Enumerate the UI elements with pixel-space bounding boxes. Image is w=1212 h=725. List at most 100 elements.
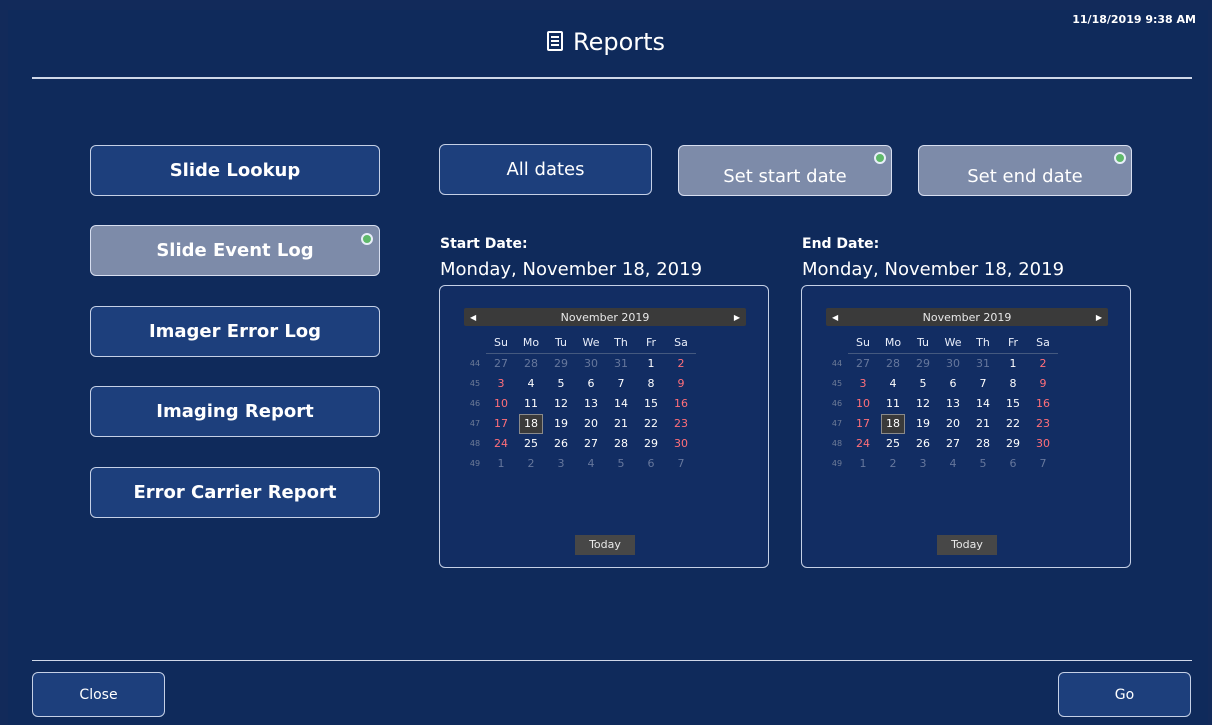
- calendar-day[interactable]: 21: [606, 414, 636, 434]
- calendar-day[interactable]: 31: [968, 354, 998, 374]
- calendar-day[interactable]: 12: [546, 394, 576, 414]
- calendar-day[interactable]: 3: [546, 454, 576, 474]
- calendar-day[interactable]: 3: [908, 454, 938, 474]
- calendar-day[interactable]: 7: [606, 374, 636, 394]
- calendar-day[interactable]: 2: [516, 454, 546, 474]
- calendar-day[interactable]: 28: [968, 434, 998, 454]
- set-end-date-button[interactable]: Set end date: [918, 145, 1132, 196]
- calendar-day[interactable]: 10: [486, 394, 516, 414]
- calendar-day[interactable]: 2: [878, 454, 908, 474]
- calendar-day[interactable]: 18: [516, 414, 546, 434]
- calendar-day[interactable]: 4: [516, 374, 546, 394]
- calendar-day[interactable]: 16: [666, 394, 696, 414]
- imaging-report-button[interactable]: Imaging Report: [90, 386, 380, 437]
- calendar-day[interactable]: 8: [998, 374, 1028, 394]
- calendar-day[interactable]: 7: [968, 374, 998, 394]
- calendar-day[interactable]: 17: [486, 414, 516, 434]
- calendar-day[interactable]: 19: [908, 414, 938, 434]
- calendar-day[interactable]: 28: [606, 434, 636, 454]
- calendar-day[interactable]: 10: [848, 394, 878, 414]
- calendar-day[interactable]: 7: [666, 454, 696, 474]
- all-dates-button[interactable]: All dates: [439, 144, 652, 195]
- calendar-day[interactable]: 6: [938, 374, 968, 394]
- calendar-day[interactable]: 29: [998, 434, 1028, 454]
- calendar-day[interactable]: 14: [968, 394, 998, 414]
- next-month-icon[interactable]: ▶: [1096, 313, 1102, 322]
- calendar-day[interactable]: 26: [546, 434, 576, 454]
- close-button[interactable]: Close: [32, 672, 165, 717]
- calendar-day[interactable]: 12: [908, 394, 938, 414]
- calendar-day[interactable]: 17: [848, 414, 878, 434]
- error-carrier-report-button[interactable]: Error Carrier Report: [90, 467, 380, 518]
- slide-lookup-button[interactable]: Slide Lookup: [90, 145, 380, 196]
- calendar-day[interactable]: 30: [938, 354, 968, 374]
- calendar-day[interactable]: 27: [938, 434, 968, 454]
- go-button[interactable]: Go: [1058, 672, 1191, 717]
- calendar-day[interactable]: 13: [938, 394, 968, 414]
- prev-month-icon[interactable]: ◀: [470, 313, 476, 322]
- calendar-day[interactable]: 20: [938, 414, 968, 434]
- calendar-day[interactable]: 8: [636, 374, 666, 394]
- start-today-button[interactable]: Today: [575, 535, 635, 555]
- calendar-day[interactable]: 11: [878, 394, 908, 414]
- calendar-day[interactable]: 6: [576, 374, 606, 394]
- calendar-day[interactable]: 9: [1028, 374, 1058, 394]
- calendar-day[interactable]: 23: [666, 414, 696, 434]
- calendar-day[interactable]: 19: [546, 414, 576, 434]
- calendar-day[interactable]: 23: [1028, 414, 1058, 434]
- calendar-day[interactable]: 5: [606, 454, 636, 474]
- calendar-day[interactable]: 1: [998, 354, 1028, 374]
- calendar-day[interactable]: 29: [636, 434, 666, 454]
- calendar-day[interactable]: 3: [848, 374, 878, 394]
- calendar-day[interactable]: 27: [848, 354, 878, 374]
- calendar-day[interactable]: 6: [636, 454, 666, 474]
- calendar-day[interactable]: 13: [576, 394, 606, 414]
- calendar-day[interactable]: 6: [998, 454, 1028, 474]
- calendar-day[interactable]: 24: [848, 434, 878, 454]
- calendar-day[interactable]: 11: [516, 394, 546, 414]
- calendar-day[interactable]: 25: [878, 434, 908, 454]
- calendar-day[interactable]: 9: [666, 374, 696, 394]
- calendar-day[interactable]: 29: [546, 354, 576, 374]
- calendar-day[interactable]: 7: [1028, 454, 1058, 474]
- calendar-day[interactable]: 27: [576, 434, 606, 454]
- calendar-day[interactable]: 22: [998, 414, 1028, 434]
- slide-event-log-button[interactable]: Slide Event Log: [90, 225, 380, 276]
- set-start-date-button[interactable]: Set start date: [678, 145, 892, 196]
- calendar-day[interactable]: 28: [516, 354, 546, 374]
- calendar-day[interactable]: 31: [606, 354, 636, 374]
- calendar-day[interactable]: 30: [666, 434, 696, 454]
- calendar-day[interactable]: 18: [878, 414, 908, 434]
- calendar-day[interactable]: 1: [848, 454, 878, 474]
- calendar-day[interactable]: 16: [1028, 394, 1058, 414]
- calendar-day[interactable]: 14: [606, 394, 636, 414]
- calendar-day[interactable]: 20: [576, 414, 606, 434]
- prev-month-icon[interactable]: ◀: [832, 313, 838, 322]
- calendar-day[interactable]: 5: [546, 374, 576, 394]
- end-today-button[interactable]: Today: [937, 535, 997, 555]
- calendar-day[interactable]: 15: [998, 394, 1028, 414]
- calendar-day[interactable]: 22: [636, 414, 666, 434]
- calendar-day[interactable]: 15: [636, 394, 666, 414]
- calendar-day[interactable]: 1: [636, 354, 666, 374]
- calendar-day[interactable]: 4: [938, 454, 968, 474]
- calendar-day[interactable]: 29: [908, 354, 938, 374]
- calendar-day[interactable]: 25: [516, 434, 546, 454]
- calendar-day[interactable]: 4: [576, 454, 606, 474]
- calendar-day[interactable]: 24: [486, 434, 516, 454]
- calendar-day[interactable]: 5: [968, 454, 998, 474]
- calendar-day[interactable]: 1: [486, 454, 516, 474]
- calendar-day[interactable]: 3: [486, 374, 516, 394]
- calendar-day[interactable]: 30: [576, 354, 606, 374]
- calendar-day[interactable]: 26: [908, 434, 938, 454]
- calendar-day[interactable]: 21: [968, 414, 998, 434]
- calendar-day[interactable]: 5: [908, 374, 938, 394]
- calendar-day[interactable]: 2: [1028, 354, 1058, 374]
- calendar-day[interactable]: 30: [1028, 434, 1058, 454]
- calendar-day[interactable]: 27: [486, 354, 516, 374]
- next-month-icon[interactable]: ▶: [734, 313, 740, 322]
- calendar-day[interactable]: 4: [878, 374, 908, 394]
- calendar-day[interactable]: 2: [666, 354, 696, 374]
- calendar-day[interactable]: 28: [878, 354, 908, 374]
- imager-error-log-button[interactable]: Imager Error Log: [90, 306, 380, 357]
